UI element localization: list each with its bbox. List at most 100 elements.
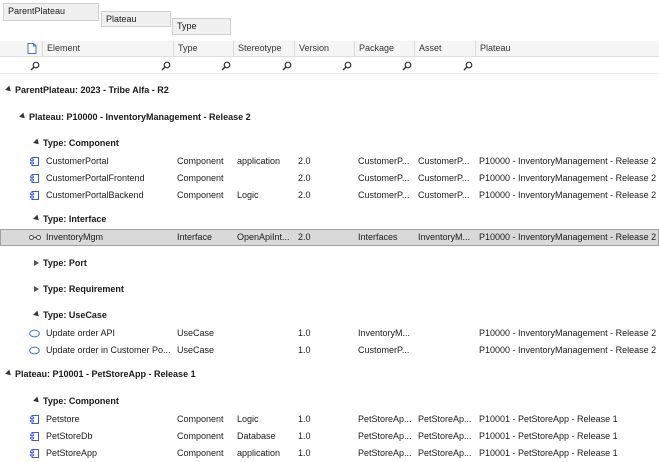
- chip-label: Type: [177, 21, 197, 31]
- header-version[interactable]: Version: [295, 41, 355, 56]
- table-row-selected[interactable]: InventoryMgm Interface OpenApiInt... 2.0…: [0, 229, 659, 246]
- header-stereotype[interactable]: Stereotype: [234, 41, 295, 56]
- cell-stereotype: [237, 342, 295, 359]
- cell-version: 1.0: [298, 414, 311, 424]
- cell-plateau: P10001 - PetStoreApp - Release 1: [479, 431, 618, 441]
- group-type-interface[interactable]: Type: Interface: [0, 211, 659, 228]
- group-type-requirement[interactable]: Type: Requirement: [0, 281, 659, 298]
- group-label: Type: Interface: [43, 214, 107, 224]
- group-type-component[interactable]: Type: Component: [0, 135, 659, 152]
- table-row[interactable]: Update order API UseCase 1.0 InventoryM.…: [0, 325, 659, 342]
- header-plateau[interactable]: Plateau: [476, 41, 659, 56]
- cell-stereotype: [237, 170, 295, 187]
- filter-cell-icon[interactable]: [0, 58, 43, 73]
- search-icon: [282, 61, 292, 71]
- component-icon: [30, 191, 39, 200]
- table-row[interactable]: Petstore Component Logic 1.0 PetStoreAp.…: [0, 411, 659, 428]
- filter-cell-element[interactable]: [43, 58, 174, 73]
- header-icon-column[interactable]: [0, 41, 43, 56]
- table-row[interactable]: CustomerPortalBackend Component Logic 2.…: [0, 187, 659, 204]
- group-plateau-p10001[interactable]: Plateau: P10001 - PetStoreApp - Release …: [0, 366, 659, 383]
- expand-arrow-icon[interactable]: [33, 214, 41, 223]
- cell-package: CustomerP...: [358, 156, 410, 166]
- cell-asset: [418, 342, 476, 359]
- table-row[interactable]: Update order in Customer Po... UseCase 1…: [0, 342, 659, 359]
- cell-version: 2.0: [298, 190, 311, 200]
- cell-element: Update order API: [46, 328, 116, 338]
- filter-cell-version[interactable]: [295, 58, 355, 73]
- collapsed-arrow-icon[interactable]: [34, 260, 39, 266]
- cell-version: 1.0: [298, 328, 311, 338]
- cell-asset: InventoryM...: [418, 232, 471, 242]
- group-parentplateau[interactable]: ParentPlateau: 2023 - Tribe Alfa - R2: [0, 82, 659, 99]
- table-row[interactable]: CustomerPortalFrontend Component 2.0 Cus…: [0, 170, 659, 187]
- cell-plateau: P10000 - InventoryManagement - Release 2: [479, 345, 657, 355]
- expand-arrow-icon[interactable]: [33, 138, 41, 147]
- column-header: Element Type Stereotype Version Package …: [0, 41, 659, 57]
- cell-stereotype: application: [237, 156, 281, 166]
- expand-arrow-icon[interactable]: [33, 310, 41, 319]
- expand-arrow-icon[interactable]: [19, 112, 27, 121]
- expand-arrow-icon[interactable]: [33, 396, 41, 405]
- group-label: Type: Component: [43, 138, 119, 148]
- cell-package: PetStoreAp...: [358, 431, 412, 441]
- cell-type: Interface: [177, 232, 213, 242]
- cell-element: CustomerPortalFrontend: [46, 173, 145, 183]
- cell-asset: PetStoreAp...: [418, 431, 472, 441]
- cell-element: Update order in Customer Po...: [46, 345, 171, 355]
- group-label: Plateau: P10000 - InventoryManagement - …: [29, 112, 251, 122]
- group-label: Type: Component: [43, 396, 119, 406]
- group-chip-type[interactable]: Type: [172, 18, 231, 35]
- cell-element: CustomerPortalBackend: [46, 190, 144, 200]
- cell-stereotype: Database: [237, 431, 276, 441]
- table-row[interactable]: PetStoreDb Component Database 1.0 PetSto…: [0, 428, 659, 445]
- group-label: ParentPlateau: 2023 - Tribe Alfa - R2: [15, 85, 169, 95]
- cell-type: Component: [177, 431, 224, 441]
- filter-cell-package[interactable]: [355, 58, 415, 73]
- search-icon: [342, 61, 352, 71]
- cell-type: Component: [177, 414, 224, 424]
- cell-type: Component: [177, 173, 224, 183]
- header-asset[interactable]: Asset: [415, 41, 476, 56]
- search-icon: [221, 61, 231, 71]
- cell-asset: CustomerP...: [418, 156, 470, 166]
- table-row[interactable]: CustomerPortal Component application 2.0…: [0, 153, 659, 170]
- cell-stereotype: [237, 325, 295, 342]
- cell-package: CustomerP...: [358, 190, 410, 200]
- component-icon: [30, 415, 39, 424]
- group-type-port[interactable]: Type: Port: [0, 255, 659, 272]
- filter-cell-asset[interactable]: [415, 58, 476, 73]
- collapsed-arrow-icon[interactable]: [34, 286, 39, 292]
- expand-arrow-icon[interactable]: [5, 369, 13, 378]
- cell-stereotype: OpenApiInt...: [237, 232, 290, 242]
- cell-package: PetStoreAp...: [358, 414, 412, 424]
- interface-icon: [29, 235, 41, 240]
- cell-type: UseCase: [177, 328, 215, 338]
- component-icon: [30, 432, 39, 441]
- header-element[interactable]: Element: [43, 41, 174, 56]
- cell-version: 2.0: [298, 232, 311, 242]
- cell-package: CustomerP...: [358, 173, 410, 183]
- cell-element: InventoryMgm: [46, 232, 104, 242]
- document-icon: [27, 43, 37, 54]
- group-type-component-2[interactable]: Type: Component: [0, 393, 659, 410]
- filter-cell-type[interactable]: [174, 58, 234, 73]
- group-chip-parentplateau[interactable]: ParentPlateau: [3, 3, 99, 21]
- filter-row: [0, 58, 659, 74]
- filter-cell-plateau[interactable]: [476, 58, 659, 73]
- cell-version: 1.0: [298, 345, 311, 355]
- header-package[interactable]: Package: [355, 41, 415, 56]
- search-icon: [30, 61, 40, 71]
- group-type-usecase[interactable]: Type: UseCase: [0, 307, 659, 324]
- cell-package: InventoryM...: [358, 328, 411, 338]
- cell-version: 2.0: [298, 156, 311, 166]
- cell-version: 2.0: [298, 173, 311, 183]
- group-chip-plateau[interactable]: Plateau: [101, 11, 171, 27]
- expand-arrow-icon[interactable]: [5, 85, 13, 94]
- group-plateau-p10000[interactable]: Plateau: P10000 - InventoryManagement - …: [0, 109, 659, 126]
- header-type[interactable]: Type: [174, 41, 234, 56]
- cell-version: 1.0: [298, 431, 311, 441]
- cell-asset: CustomerP...: [418, 190, 470, 200]
- filter-cell-stereotype[interactable]: [234, 58, 295, 73]
- group-label: Plateau: P10001 - PetStoreApp - Release …: [15, 369, 196, 379]
